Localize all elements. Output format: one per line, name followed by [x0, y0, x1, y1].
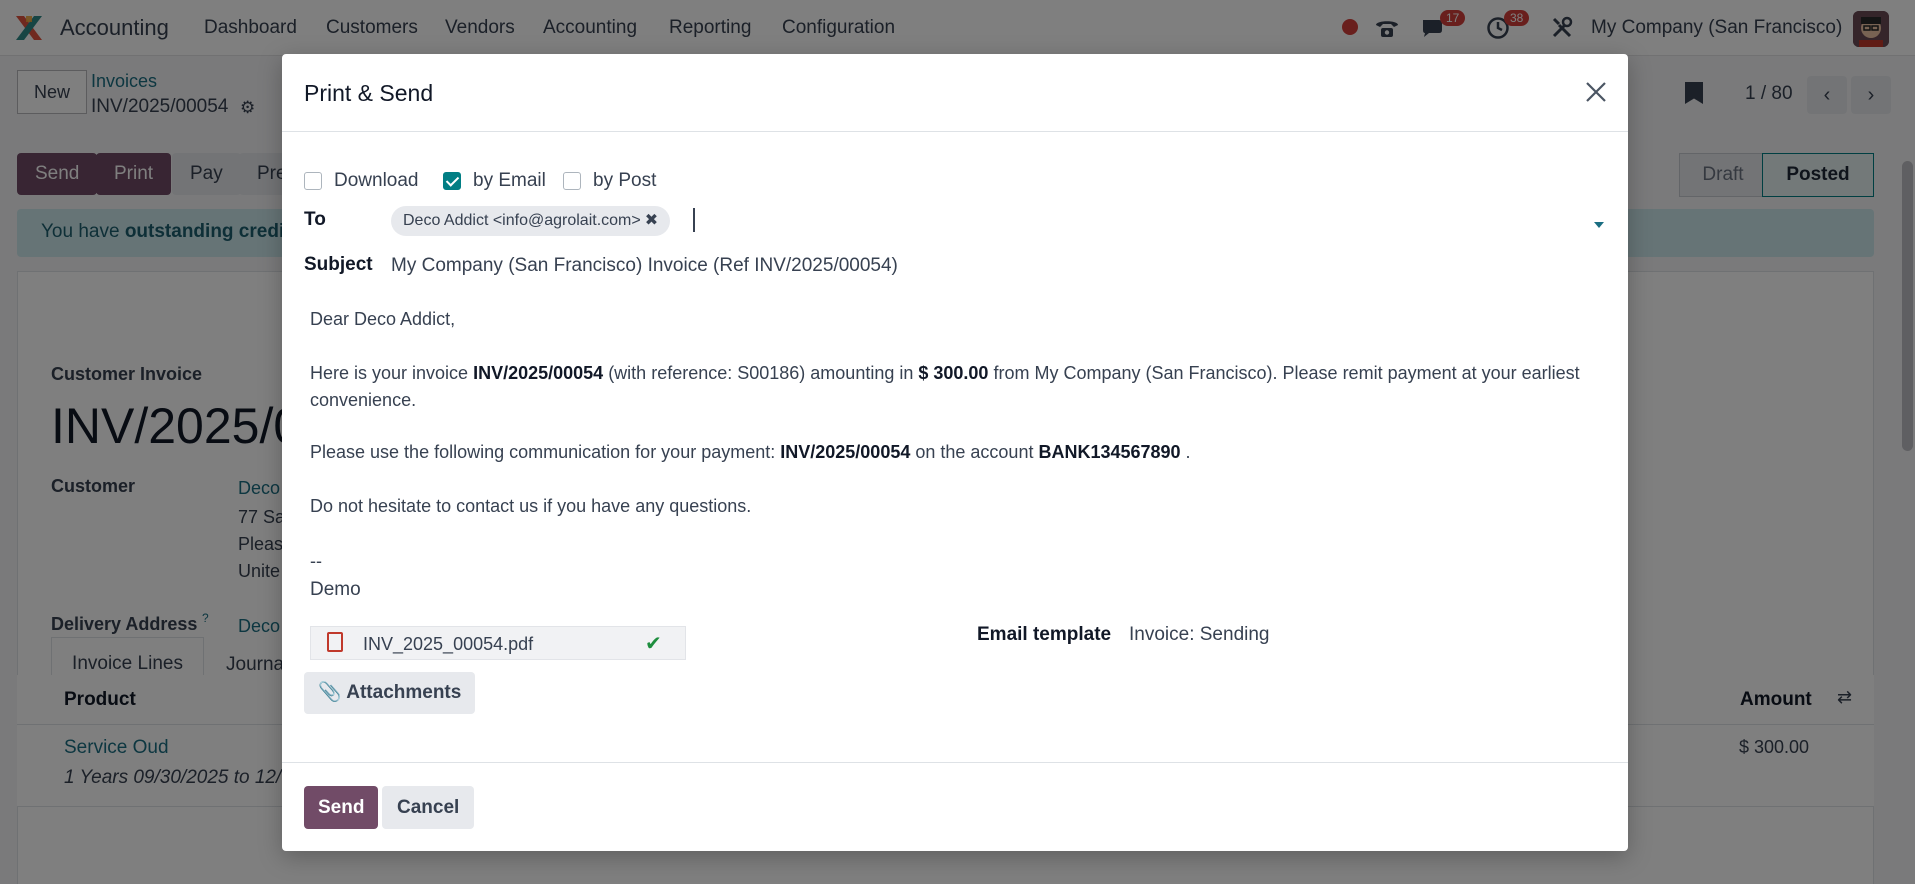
attachments-button-label: Attachments — [346, 682, 462, 703]
recipient-tag[interactable]: Deco Addict <info@agrolait.com> ✖ — [391, 206, 671, 236]
body-bold: BANK134567890 — [1038, 442, 1181, 462]
print-send-dialog: Print & Send Download by Email by Post T… — [282, 54, 1628, 851]
body-bold: INV/2025/00054 — [780, 442, 911, 462]
attachments-button[interactable]: 📎 Attachments — [304, 672, 476, 714]
body-text: (with reference: S00186) amounting in — [603, 363, 919, 383]
email-greeting[interactable]: Dear Deco Addict, — [310, 306, 1600, 333]
dropdown-arrow-icon[interactable] — [1594, 222, 1604, 228]
to-label: To — [304, 209, 326, 230]
email-template-label: Email template — [977, 624, 1112, 645]
body-text: Please use the following communication f… — [310, 442, 781, 462]
option-label: Download — [334, 170, 419, 191]
option-download[interactable]: Download — [304, 170, 419, 192]
recipients-input[interactable] — [693, 208, 695, 232]
email-signature-dash[interactable]: -- — [310, 548, 1600, 575]
by-email-checkbox[interactable] — [443, 172, 461, 190]
send-button[interactable]: Send — [304, 786, 379, 829]
body-text: on the account — [910, 442, 1039, 462]
download-checkbox[interactable] — [304, 172, 322, 190]
subject-label: Subject — [304, 254, 373, 275]
subject-input[interactable]: My Company (San Francisco) Invoice (Ref … — [391, 255, 898, 277]
pdf-file-icon — [327, 632, 343, 652]
email-paragraph-1[interactable]: Here is your invoice INV/2025/00054 (wit… — [310, 360, 1600, 414]
body-text: Here is your invoice — [310, 363, 474, 383]
dialog-title: Print & Send — [304, 80, 434, 106]
email-paragraph-2[interactable]: Please use the following communication f… — [310, 439, 1600, 466]
option-label: by Email — [473, 170, 546, 191]
check-icon: ✔ — [645, 633, 662, 655]
option-by-post[interactable]: by Post — [563, 170, 656, 192]
remove-tag-icon[interactable]: ✖ — [645, 212, 658, 229]
dialog-footer — [282, 762, 1628, 851]
attachment-filename[interactable]: INV_2025_00054.pdf — [363, 634, 533, 655]
cancel-button[interactable]: Cancel — [382, 786, 475, 829]
body-bold: $ 300.00 — [918, 363, 989, 383]
email-signature-name[interactable]: Demo — [310, 576, 1600, 603]
by-post-checkbox[interactable] — [563, 172, 581, 190]
attachment-item[interactable]: INV_2025_00054.pdf ✔ — [310, 626, 686, 660]
dialog-header: Print & Send — [282, 54, 1628, 132]
email-paragraph-3[interactable]: Do not hesitate to contact us if you hav… — [310, 493, 1600, 520]
body-text: . — [1180, 442, 1191, 462]
email-template-field[interactable]: Invoice: Sending — [1129, 624, 1270, 646]
body-bold: INV/2025/00054 — [473, 363, 604, 383]
paperclip-icon: 📎 — [318, 682, 342, 703]
recipient-tag-label: Deco Addict <info@agrolait.com> — [403, 212, 641, 229]
option-label: by Post — [593, 170, 657, 191]
option-by-email[interactable]: by Email — [443, 170, 546, 192]
close-icon[interactable] — [1582, 78, 1610, 106]
